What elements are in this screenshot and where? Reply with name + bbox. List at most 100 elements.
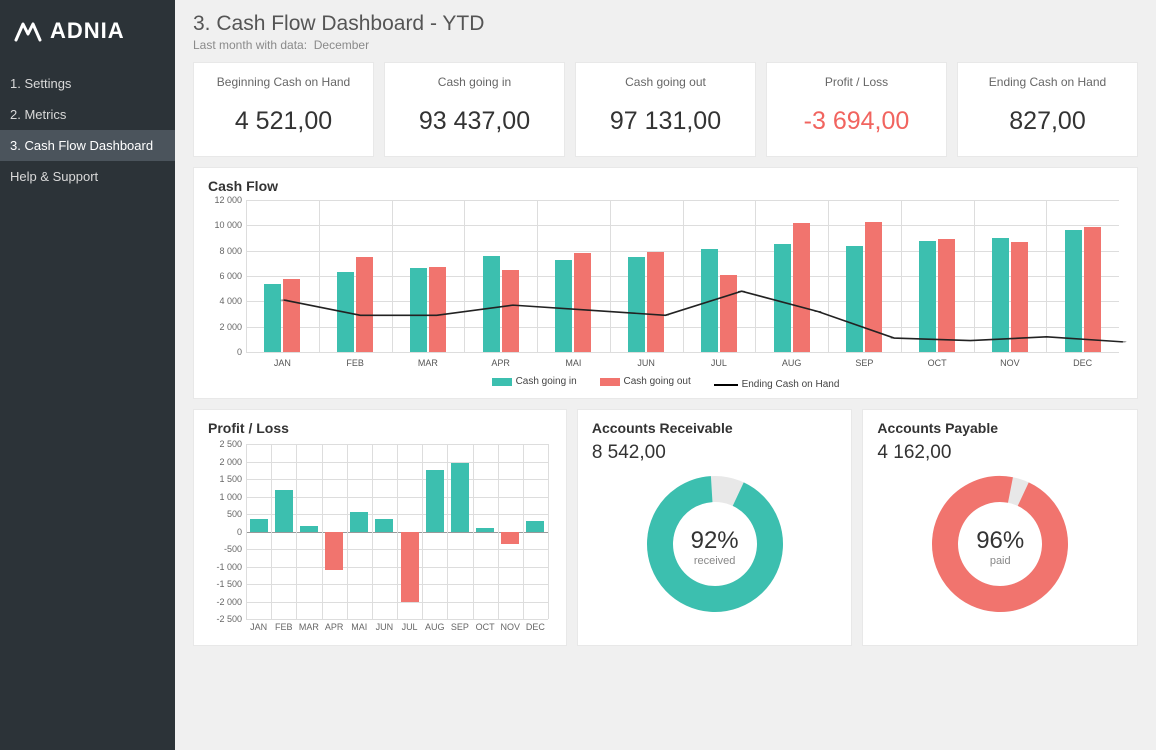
- bottom-row: Profit / Loss -2 500-2 000-1 500-1 000-5…: [193, 409, 1138, 646]
- main-content: 3. Cash Flow Dashboard - YTD Last month …: [175, 0, 1156, 750]
- nav-list: 1. Settings2. Metrics3. Cash Flow Dashbo…: [0, 68, 175, 192]
- y-axis-label: 12 000: [208, 195, 242, 205]
- profit-loss-chart: -2 500-2 000-1 500-1 000-50005001 0001 5…: [208, 442, 552, 637]
- y-axis-label: 2 000: [208, 322, 242, 332]
- accounts-payable-panel: Accounts Payable 4 162,00 96%paid: [862, 409, 1138, 646]
- legend-label-out: Cash going out: [624, 376, 691, 387]
- kpi-card: Ending Cash on Hand 827,00: [957, 62, 1138, 157]
- profit-loss-bar: [451, 463, 469, 531]
- donut-sublabel: paid: [976, 555, 1024, 567]
- x-axis-label: JAN: [246, 622, 271, 632]
- kpi-value: 827,00: [966, 107, 1129, 136]
- ar-title: Accounts Receivable: [592, 420, 838, 436]
- page-title: 3. Cash Flow Dashboard - YTD: [193, 12, 1138, 36]
- profit-loss-bar: [401, 532, 419, 602]
- profit-loss-bar: [501, 532, 519, 544]
- x-axis-label: APR: [491, 358, 510, 368]
- logo-mark-icon: [14, 20, 42, 42]
- subtitle-month: December: [314, 38, 369, 52]
- legend-swatch-in: [492, 378, 512, 386]
- x-axis-label: JUL: [397, 622, 422, 632]
- cash-flow-title: Cash Flow: [208, 178, 1123, 194]
- kpi-card: Cash going in93 437,00: [384, 62, 565, 157]
- y-axis-label: 0: [208, 347, 242, 357]
- profit-loss-bar: [476, 528, 494, 532]
- x-axis-label: JUN: [637, 358, 655, 368]
- x-axis-label: MAR: [418, 358, 438, 368]
- donut-percent: 96%: [976, 527, 1024, 555]
- page-subtitle: Last month with data: December: [193, 38, 1138, 52]
- x-axis-label: OCT: [928, 358, 947, 368]
- profit-loss-bar: [300, 526, 318, 531]
- x-axis-label: FEB: [271, 622, 296, 632]
- y-axis-label: 500: [208, 509, 242, 519]
- x-axis-label: AUG: [422, 622, 447, 632]
- donut-percent: 92%: [691, 527, 739, 555]
- y-axis-label: -2 500: [208, 614, 242, 624]
- sidebar: ADNIA 1. Settings2. Metrics3. Cash Flow …: [0, 0, 175, 750]
- kpi-value: -3 694,00: [775, 107, 938, 136]
- y-axis-label: -2 000: [208, 597, 242, 607]
- logo-text: ADNIA: [50, 18, 125, 44]
- kpi-label: Cash going out: [584, 75, 747, 89]
- sidebar-item[interactable]: 2. Metrics: [0, 99, 175, 130]
- ap-amount: 4 162,00: [877, 442, 1123, 464]
- cash-flow-panel: Cash Flow 02 0004 0006 0008 00010 00012 …: [193, 167, 1138, 399]
- ap-donut: 96%paid: [930, 474, 1070, 619]
- x-axis-label: OCT: [473, 622, 498, 632]
- y-axis-label: -500: [208, 544, 242, 554]
- y-axis-label: 4 000: [208, 296, 242, 306]
- kpi-card: Profit / Loss -3 694,00: [766, 62, 947, 157]
- x-axis-label: MAI: [347, 622, 372, 632]
- x-axis-label: DEC: [523, 622, 548, 632]
- y-axis-label: 1 000: [208, 492, 242, 502]
- x-axis-label: MAI: [565, 358, 581, 368]
- legend-line-icon: [714, 384, 738, 386]
- x-axis-label: SEP: [855, 358, 873, 368]
- x-axis-label: FEB: [346, 358, 364, 368]
- x-axis-label: JUN: [372, 622, 397, 632]
- profit-loss-bar: [426, 470, 444, 531]
- legend-label-line: Ending Cash on Hand: [742, 379, 840, 390]
- legend-label-in: Cash going in: [516, 376, 577, 387]
- y-axis-label: 8 000: [208, 246, 242, 256]
- logo: ADNIA: [0, 0, 175, 68]
- ar-donut-wrap: 92%received: [592, 474, 838, 619]
- kpi-value: 4 521,00: [202, 107, 365, 136]
- kpi-label: Beginning Cash on Hand: [202, 75, 365, 89]
- kpi-label: Ending Cash on Hand: [966, 75, 1129, 89]
- x-axis-label: APR: [322, 622, 347, 632]
- profit-loss-bar: [275, 490, 293, 532]
- y-axis-label: -1 500: [208, 579, 242, 589]
- ap-title: Accounts Payable: [877, 420, 1123, 436]
- legend-cash-in: Cash going in: [492, 376, 577, 387]
- kpi-card: Beginning Cash on Hand 4 521,00: [193, 62, 374, 157]
- x-axis-label: NOV: [498, 622, 523, 632]
- ap-donut-wrap: 96%paid: [877, 474, 1123, 619]
- y-axis-label: 0: [208, 527, 242, 537]
- x-axis-label: DEC: [1073, 358, 1092, 368]
- kpi-row: Beginning Cash on Hand 4 521,00 Cash going…: [193, 62, 1138, 157]
- y-axis-label: 2 000: [208, 457, 242, 467]
- legend-swatch-out: [600, 378, 620, 386]
- legend-ending-cash: Ending Cash on Hand: [714, 379, 840, 390]
- profit-loss-bar: [526, 521, 544, 532]
- legend-cash-out: Cash going out: [600, 376, 691, 387]
- x-axis-label: SEP: [447, 622, 472, 632]
- sidebar-item[interactable]: Help & Support: [0, 161, 175, 192]
- kpi-label: Profit / Loss: [775, 75, 938, 89]
- x-axis-label: MAR: [296, 622, 321, 632]
- cash-flow-legend: Cash going in Cash going out Ending Cash…: [208, 376, 1123, 390]
- kpi-label: Cash going in: [393, 75, 556, 89]
- profit-loss-bar: [250, 519, 268, 531]
- y-axis-label: -1 000: [208, 562, 242, 572]
- sidebar-item[interactable]: 1. Settings: [0, 68, 175, 99]
- accounts-receivable-panel: Accounts Receivable 8 542,00 92%received: [577, 409, 853, 646]
- profit-loss-panel: Profit / Loss -2 500-2 000-1 500-1 000-5…: [193, 409, 567, 646]
- kpi-card: Cash going out97 131,00: [575, 62, 756, 157]
- donut-sublabel: received: [691, 555, 739, 567]
- ar-amount: 8 542,00: [592, 442, 838, 464]
- sidebar-item[interactable]: 3. Cash Flow Dashboard: [0, 130, 175, 161]
- cash-flow-chart: 02 0004 0006 0008 00010 00012 000JANFEBM…: [208, 200, 1123, 370]
- ar-donut: 92%received: [645, 474, 785, 619]
